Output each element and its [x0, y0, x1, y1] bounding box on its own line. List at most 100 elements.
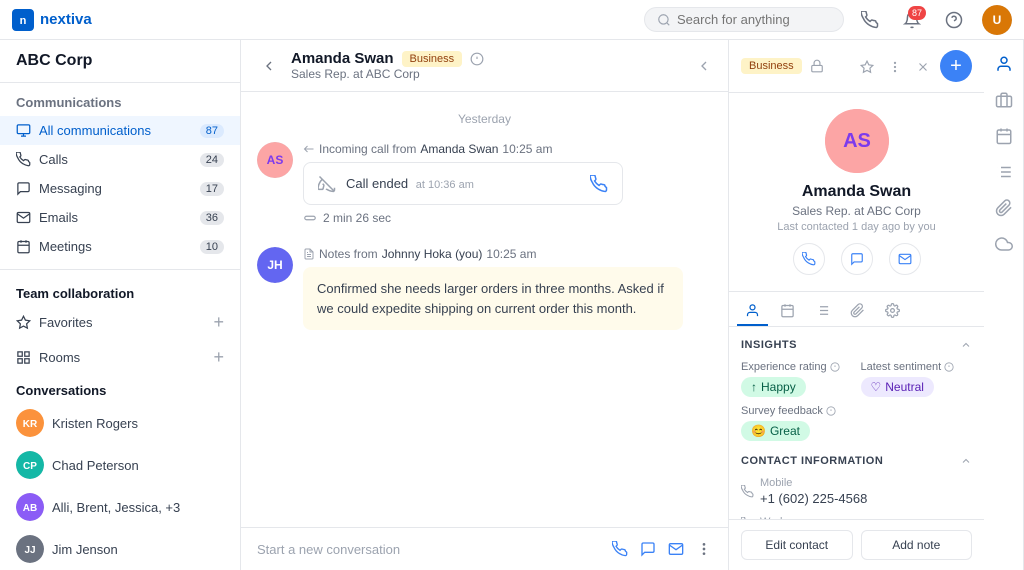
tab-settings[interactable] [877, 296, 908, 326]
back-button[interactable] [257, 53, 281, 78]
more-panel-button[interactable] [884, 54, 906, 78]
help-icon-survey [826, 406, 836, 416]
sidebar-item-all-label: All communications [39, 123, 192, 138]
svg-text:AS: AS [267, 153, 284, 167]
tab-list[interactable] [807, 296, 838, 326]
app-logo[interactable]: n nextiva [12, 9, 92, 31]
tab-person[interactable] [737, 296, 768, 326]
add-favorites-button[interactable]: + [213, 312, 224, 333]
close-panel-button[interactable] [912, 54, 934, 78]
panel-tabs [729, 292, 984, 327]
conversation-contact-name: Amanda Swan Business [291, 50, 484, 67]
sidebar-item-meetings-label: Meetings [39, 239, 192, 254]
contact-email-button[interactable] [889, 243, 921, 275]
communications-section-title: Communications [0, 83, 240, 116]
sidebar-conv-alli[interactable]: AB Alli, Brent, Jessica, +3 [0, 486, 240, 528]
voicemail-icon [303, 211, 317, 225]
star-icon [16, 315, 31, 330]
rail-calendar-icon[interactable] [988, 120, 1020, 152]
latest-sentiment-label: Latest sentiment [861, 361, 973, 373]
survey-feedback-item: Survey feedback 😊 Great [741, 405, 972, 441]
rail-building-icon[interactable] [988, 84, 1020, 116]
note-header: Notes from Johnny Hoka (you) 10:25 am [303, 247, 712, 261]
new-conversation-input[interactable]: Start a new conversation [257, 542, 602, 557]
kristen-name: Kristen Rogers [52, 416, 224, 431]
sidebar-item-emails-label: Emails [39, 210, 192, 225]
email-input-icon[interactable] [668, 540, 684, 558]
add-note-button[interactable]: Add note [861, 530, 973, 560]
svg-text:KR: KR [23, 419, 38, 430]
user-avatar[interactable]: U [982, 5, 1012, 35]
contact-chat-button[interactable] [841, 243, 873, 275]
star-panel-button[interactable] [856, 54, 878, 78]
notifications-button[interactable]: 87 [898, 6, 926, 34]
svg-text:JJ: JJ [24, 545, 35, 556]
sidebar-item-calls[interactable]: Calls 24 [0, 145, 240, 174]
edit-contact-button[interactable]: Edit contact [741, 530, 853, 560]
help-icon-sent [944, 362, 954, 372]
survey-feedback-label: Survey feedback [741, 405, 972, 417]
conversation-header: Amanda Swan Business Sales Rep. at ABC C… [241, 40, 728, 92]
search-icon [657, 13, 671, 27]
chad-name: Chad Peterson [52, 458, 224, 473]
rail-person-icon[interactable] [988, 48, 1020, 80]
mobile-icon [741, 485, 754, 498]
rail-cloud-icon[interactable] [988, 228, 1020, 260]
right-icon-rail [984, 40, 1024, 570]
amanda-avatar-msg: AS [257, 142, 293, 178]
conversation-area: Amanda Swan Business Sales Rep. at ABC C… [241, 40, 729, 570]
collapse-sidebar-button[interactable] [696, 57, 712, 74]
collapse-insights-icon[interactable] [960, 339, 972, 351]
svg-text:U: U [993, 13, 1002, 27]
contact-card: AS Amanda Swan Sales Rep. at ABC Corp La… [729, 93, 984, 292]
chad-avatar: CP [16, 451, 44, 479]
insights-section: INSIGHTS Experience rating ↑ Happy [741, 339, 972, 441]
experience-rating-item: Experience rating ↑ Happy [741, 361, 853, 397]
main-layout: ABC Corp Communications All communicatio… [0, 40, 1024, 570]
call-ended-text: Call ended at 10:36 am [346, 176, 580, 191]
sidebar-item-calls-label: Calls [39, 152, 192, 167]
add-button[interactable]: + [940, 50, 972, 82]
sidebar-conv-chad[interactable]: CP Chad Peterson [0, 444, 240, 486]
contact-info-section: CONTACT INFORMATION Mobile +1 (602) 225-… [741, 455, 972, 519]
note-message: JH Notes from Johnny Hoka (you) 10:25 am… [241, 239, 728, 338]
contact-name: Amanda Swan [741, 183, 972, 201]
sidebar-item-all-communications[interactable]: All communications 87 [0, 116, 240, 145]
info-icon[interactable] [470, 52, 484, 66]
chat-input-icon[interactable] [640, 540, 656, 558]
panel-actions: + [856, 50, 972, 82]
sidebar-conv-jim[interactable]: JJ Jim Jenson [0, 528, 240, 570]
contact-call-button[interactable] [793, 243, 825, 275]
sidebar-conv-kristen[interactable]: KR Kristen Rogers [0, 402, 240, 444]
tab-calendar[interactable] [772, 296, 803, 326]
help-button[interactable] [940, 6, 968, 34]
tab-attachment[interactable] [842, 296, 873, 326]
call-phone-icon [590, 173, 608, 194]
svg-text:AB: AB [23, 503, 37, 514]
collapse-contact-icon[interactable] [960, 455, 972, 467]
sidebar-item-messaging-count: 17 [200, 182, 224, 196]
right-panel-header: Business + [729, 40, 984, 93]
jim-name: Jim Jenson [52, 542, 224, 557]
date-divider: Yesterday [241, 104, 728, 134]
sidebar-item-meetings[interactable]: Meetings 10 [0, 232, 240, 261]
phone-nav-button[interactable] [856, 6, 884, 34]
more-input-icon[interactable] [696, 540, 712, 558]
sidebar-item-favorites[interactable]: Favorites + [0, 305, 240, 340]
add-rooms-button[interactable]: + [213, 347, 224, 368]
sidebar-item-all-count: 87 [200, 124, 224, 138]
sidebar-item-messaging[interactable]: Messaging 17 [0, 174, 240, 203]
rooms-icon [16, 350, 31, 365]
help-icon-exp [830, 362, 840, 372]
sidebar-item-rooms[interactable]: Rooms + [0, 340, 240, 375]
experience-rating-label: Experience rating [741, 361, 853, 373]
logo-text: nextiva [40, 11, 92, 28]
phone-input-icon[interactable] [612, 540, 628, 558]
rail-list-icon[interactable] [988, 156, 1020, 188]
call-ended-card: Call ended at 10:36 am [303, 162, 623, 205]
rail-paperclip-icon[interactable] [988, 192, 1020, 224]
sidebar-item-emails[interactable]: Emails 36 [0, 203, 240, 232]
conversation-messages: Yesterday AS Incoming call from Incoming… [241, 92, 728, 527]
search-input[interactable] [677, 12, 817, 27]
search-bar[interactable] [644, 7, 844, 32]
